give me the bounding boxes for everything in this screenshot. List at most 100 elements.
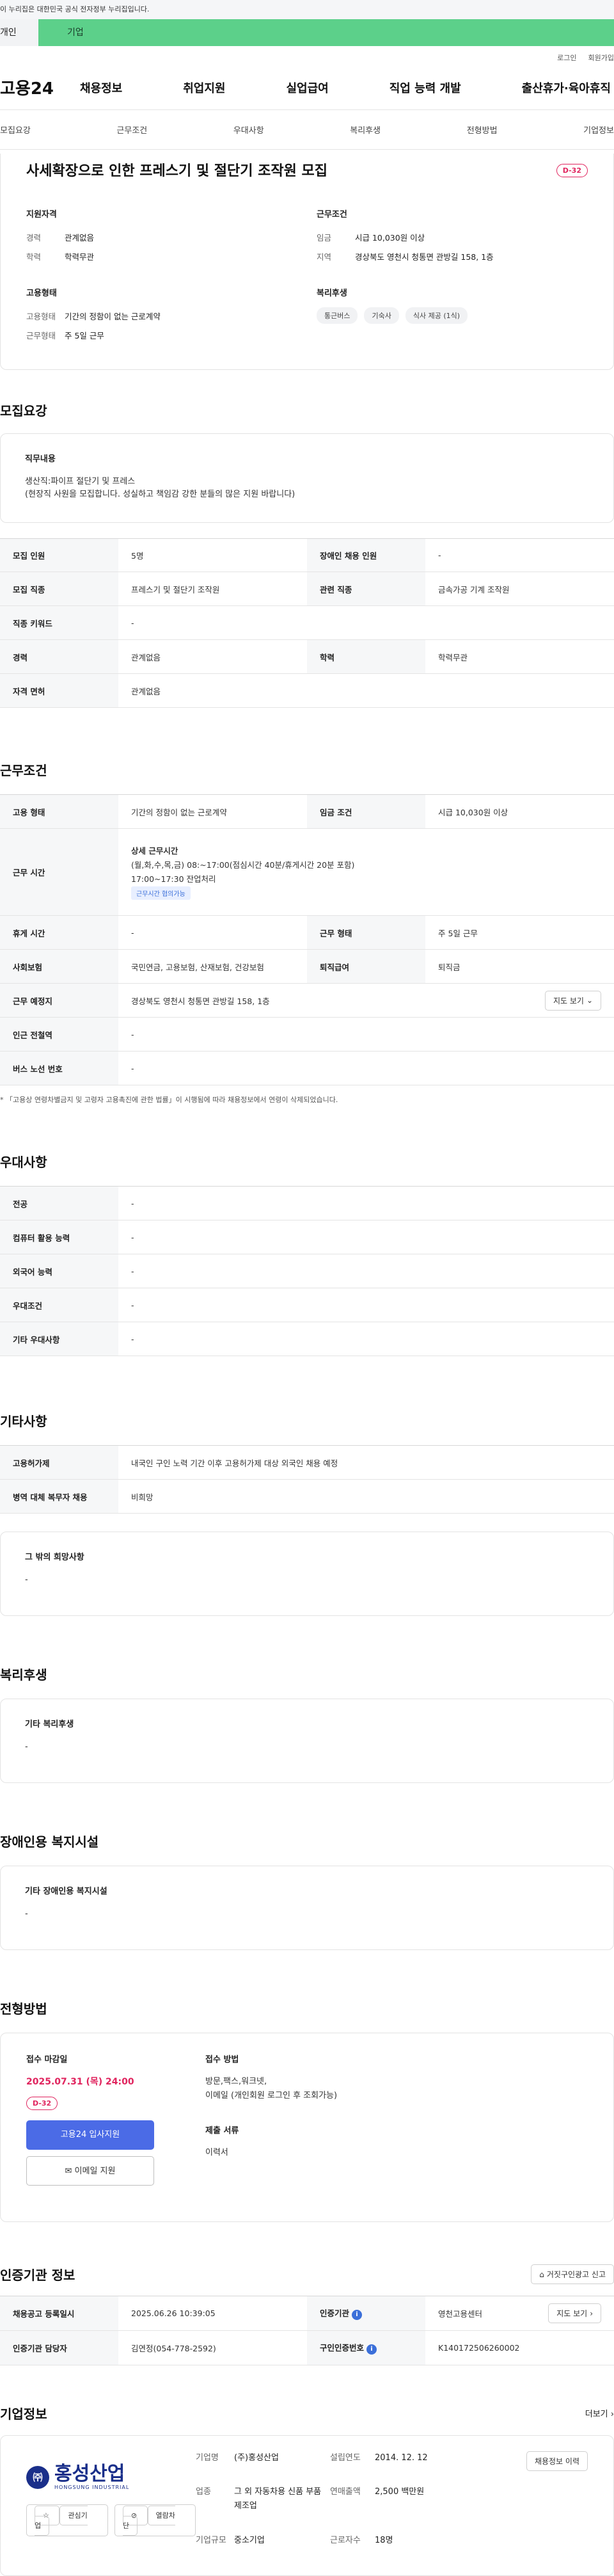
- row-label: 휴게 시간: [0, 915, 118, 950]
- field-label: 근무형태: [26, 331, 56, 340]
- row-label: 근무 예정지: [0, 983, 118, 1018]
- dday-badge: D-32: [26, 2097, 58, 2110]
- row-label: 기타 우대사항: [0, 1322, 118, 1356]
- other-wish-card: 그 밖의 희망사항 -: [0, 1532, 614, 1616]
- row-label: 버스 노선 번호: [0, 1051, 118, 1085]
- age-note-text: 「고용상 연령차별금지 및 고령자 고용촉진에 관한 법률」이 시행됨에 따라 …: [6, 1096, 338, 1104]
- row-label: 자격 면허: [0, 673, 118, 708]
- dday-badge: D-32: [556, 164, 588, 177]
- gnb-parental-leave[interactable]: 출산휴가·육아휴직: [522, 79, 611, 96]
- company-card: ㈜ 홍성산업 HONGSUNG INDUSTRIAL ☆ 관심기업 ⊘ 열람차단…: [0, 2435, 614, 2576]
- card-heading: 그 밖의 희망사항: [25, 1553, 84, 1562]
- report-ad-label: 거짓구인광고 신고: [546, 2270, 606, 2279]
- work-section-title: 근무조건: [0, 763, 47, 778]
- row-value: 학력무관: [425, 639, 614, 674]
- tab-recruit[interactable]: 모집요강: [0, 124, 31, 136]
- tab-work-conditions[interactable]: 근무조건: [116, 124, 147, 136]
- row-value: 내국인 구인 노력 기간 이후 고용허가제 대상 외국인 채용 예정: [118, 1445, 614, 1480]
- info-value: 2,500 백만원: [375, 2487, 425, 2497]
- row-value: 금속가공 기계 조작원: [425, 572, 614, 606]
- row-label: 인증기관 담당자: [0, 2330, 118, 2365]
- row-label: 퇴직급여: [307, 949, 425, 984]
- field-value: 관계없음: [65, 233, 95, 243]
- row-value: -: [118, 605, 614, 640]
- field-value: 경상북도 영천시 청통면 관방길 158, 1층: [355, 252, 494, 262]
- field-value: 학력무관: [65, 252, 95, 262]
- login-link[interactable]: 로그인: [557, 52, 576, 65]
- row-label: 근무 형태: [307, 915, 425, 950]
- user-type-tabs: 개인 기업: [0, 19, 614, 46]
- info-icon[interactable]: i: [366, 2344, 377, 2355]
- qualification-block: 지원자격 경력 관계없음 학력 학력무관: [26, 207, 297, 267]
- email-apply-button[interactable]: ✉ 이메일 지원: [26, 2156, 154, 2186]
- welfare-chip: 식사 제공 (1식): [405, 307, 468, 324]
- tab-company[interactable]: 기업: [38, 19, 614, 46]
- tab-company-info[interactable]: 기업정보: [583, 124, 614, 136]
- cert-no-label: 구인인증번호: [320, 2343, 365, 2353]
- job-summary-card: 사세확장으로 인한 프레스기 및 절단기 조작원 모집 D-32 지원자격 경력…: [0, 154, 614, 370]
- tab-benefits[interactable]: 복리후생: [350, 124, 381, 136]
- global-nav: 고용24 채용정보 취업지원 실업급여 직업 능력 개발 출산휴가·육아휴직: [0, 65, 614, 110]
- company-logo-column: ㈜ 홍성산업 HONGSUNG INDUSTRIAL ☆ 관심기업 ⊘ 열람차단: [26, 2451, 196, 2560]
- tab-individual[interactable]: 개인: [0, 19, 38, 46]
- preference-section-title: 우대사항: [0, 1155, 47, 1170]
- info-value: 그 외 자동차용 신품 부품 제조업: [234, 2487, 322, 2511]
- info-icon[interactable]: i: [352, 2310, 363, 2320]
- agency-table: 채용공고 등록일시 2025.06.26 10:39:05 인증기관 i 영천고용…: [0, 2296, 614, 2365]
- join-link[interactable]: 회원가입: [588, 52, 614, 65]
- block-view-button[interactable]: ⊘ 열람차단: [114, 2504, 196, 2536]
- row-value: 경상북도 영천시 청통면 관방길 158, 1층: [131, 996, 270, 1006]
- row-value: 기간의 정함이 없는 근로계약: [118, 794, 307, 829]
- recruit-history-button[interactable]: 채용정보 이력: [526, 2451, 588, 2471]
- company-more-link[interactable]: 더보기 ›: [585, 2407, 614, 2419]
- gnb-vocational-training[interactable]: 직업 능력 개발: [390, 79, 461, 96]
- apply-left-column: 접수 마감일 2025.07.31 (목) 24:00 D-32 고용24 입사…: [26, 2052, 205, 2202]
- duty-line: (현장직 사원을 모집합니다. 성실하고 책임감 강한 분들의 많은 지원 바랍…: [25, 490, 295, 499]
- agency-map-button[interactable]: 지도 보기 ›: [548, 2303, 601, 2323]
- age-note: * 「고용상 연령차별금지 및 고령자 고용촉진에 관한 법률」이 시행됨에 따…: [0, 1096, 338, 1104]
- hours-line: 17:00~17:30 잔업처리: [131, 874, 216, 884]
- gnb-unemployment-benefit[interactable]: 실업급여: [287, 79, 329, 96]
- work-table: 고용 형태 기간의 정함이 없는 근로계약 임금 조건 시급 10,030원 이…: [0, 794, 614, 1085]
- conditions-heading: 근무조건: [317, 210, 347, 220]
- tab-screening[interactable]: 전형방법: [467, 124, 498, 136]
- recruit-table: 모집 인원 5명 장애인 채용 인원 - 모집 직종 프레스기 및 절단기 조작…: [0, 538, 614, 708]
- row-label: 관련 직종: [307, 572, 425, 606]
- info-label: 근로자수: [330, 2535, 361, 2545]
- agency-value-cell: 영천고용센터 지도 보기 ›: [425, 2296, 614, 2331]
- method-line: 방문,팩스,워크넷,: [205, 2077, 267, 2086]
- company-section-title: 기업정보: [0, 2406, 47, 2422]
- report-ad-button[interactable]: ⌂ 거짓구인광고 신고: [531, 2264, 614, 2284]
- apply-right-column: 접수 방법 방문,팩스,워크넷, 이메일 (개인회원 로그인 후 조회가능) 제…: [205, 2052, 337, 2202]
- site-logo[interactable]: 고용24: [0, 76, 80, 99]
- row-value: 2025.06.26 10:39:05: [118, 2296, 307, 2331]
- gnb-menu: 채용정보 취업지원 실업급여 직업 능력 개발 출산휴가·육아휴직: [80, 79, 614, 96]
- row-value: 주 5일 근무: [425, 915, 614, 950]
- docs-label: 제출 서류: [205, 2126, 239, 2136]
- row-label: 구인인증번호 i: [307, 2330, 425, 2365]
- row-label: 임금 조건: [307, 794, 425, 829]
- row-value: -: [118, 1322, 614, 1356]
- row-value: -: [425, 538, 614, 572]
- screening-section-title: 전형방법: [0, 2001, 47, 2017]
- row-label: 우대조건: [0, 1288, 118, 1322]
- row-label: 채용공고 등록일시: [0, 2296, 118, 2331]
- gnb-jobs[interactable]: 채용정보: [80, 79, 122, 96]
- row-label: 병역 대체 복무자 채용: [0, 1479, 118, 1514]
- row-label: 근무 시간: [0, 828, 118, 916]
- row-label: 사회보험: [0, 949, 118, 984]
- agency-label: 인증기관: [320, 2308, 350, 2318]
- row-label: 전공: [0, 1186, 118, 1220]
- welfare-chip: 기숙사: [364, 307, 399, 324]
- tab-preference[interactable]: 우대사항: [233, 124, 264, 136]
- company-logo: ㈜ 홍성산업 HONGSUNG INDUSTRIAL: [26, 2464, 196, 2490]
- chevron-right-icon: ›: [590, 2308, 593, 2318]
- field-label: 경력: [26, 233, 42, 243]
- favorite-company-button[interactable]: ☆ 관심기업: [26, 2504, 108, 2536]
- gnb-employment-support[interactable]: 취업지원: [183, 79, 225, 96]
- other-table: 고용허가제 내국인 구인 노력 기간 이후 고용허가제 대상 외국인 채용 예정 …: [0, 1445, 614, 1514]
- map-view-button[interactable]: 지도 보기 ⌄: [544, 990, 601, 1011]
- row-label: 고용허가제: [0, 1445, 118, 1480]
- chevron-down-icon: ⌄: [586, 996, 593, 1005]
- apply-button[interactable]: 고용24 입사지원: [26, 2120, 154, 2150]
